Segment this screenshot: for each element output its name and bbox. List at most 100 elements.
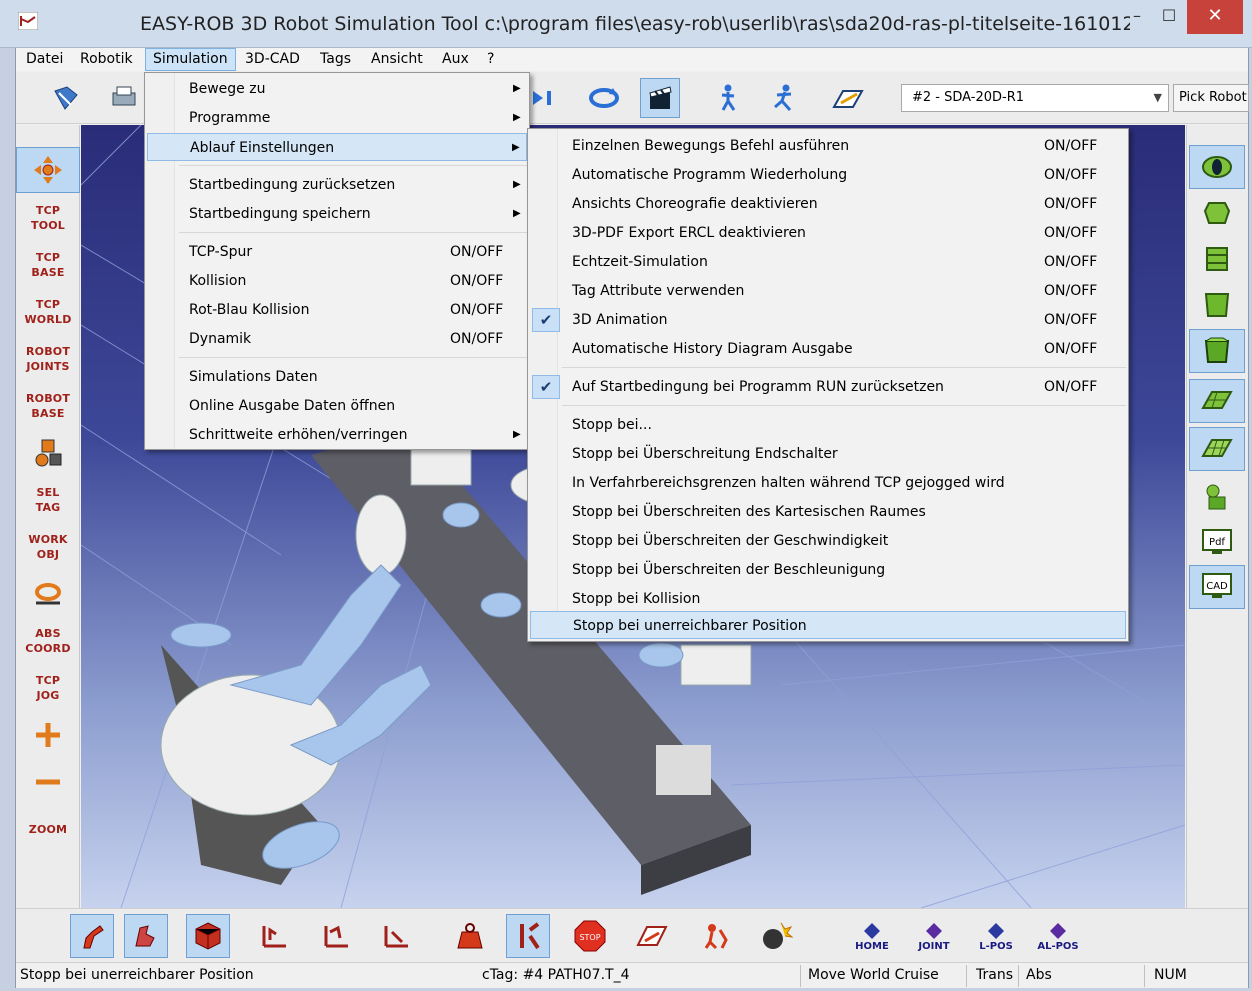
- menu-item-startbedingung-zuruecksetzen[interactable]: Startbedingung zurücksetzen ▶: [147, 171, 527, 199]
- tcp-tool-button[interactable]: TCP TOOL: [16, 195, 80, 241]
- grid-alt-icon[interactable]: [1189, 427, 1245, 471]
- run-robot-icon[interactable]: [764, 78, 804, 118]
- tcp-jog-button[interactable]: TCP JOG: [16, 665, 80, 711]
- menu-item-programme[interactable]: Programme ▶: [147, 104, 527, 132]
- walk-robot-icon[interactable]: [708, 78, 748, 118]
- menu-item-stopp-kartesisch[interactable]: Stopp bei Überschreiten des Kartesischen…: [530, 498, 1126, 526]
- menu-separator: [562, 405, 1126, 406]
- pdf-export-icon[interactable]: Pdf: [1189, 521, 1245, 565]
- menu-ansicht[interactable]: Ansicht: [364, 48, 430, 71]
- box-shaded-icon[interactable]: [1189, 329, 1245, 373]
- menu-datei[interactable]: Datei: [19, 48, 70, 71]
- robot-base-button[interactable]: ROBOT BASE: [16, 383, 80, 429]
- menu-item-3d-animation[interactable]: ✔ 3D Animation ON/OFF: [530, 306, 1126, 334]
- explode-icon[interactable]: [754, 914, 798, 958]
- menu-item-tag-attribute[interactable]: Tag Attribute verwenden ON/OFF: [530, 277, 1126, 305]
- menu-tags[interactable]: Tags: [313, 48, 358, 71]
- menu-item-stopp-kollision[interactable]: Stopp bei Kollision: [530, 585, 1126, 613]
- menu-item-programm-wiederholung[interactable]: Automatische Programm Wiederholung ON/OF…: [530, 161, 1126, 189]
- joint-button[interactable]: JOINT: [912, 914, 956, 958]
- menu-separator: [179, 357, 527, 358]
- joint-select-icon[interactable]: [506, 914, 550, 958]
- bottom-toolbar: STOP HOME JOINT L-POS AL-POS: [16, 908, 1248, 962]
- status-trans: Trans: [976, 967, 1013, 983]
- people-icon[interactable]: [694, 914, 738, 958]
- title-bar: EASY-ROB 3D Robot Simulation Tool c:\pro…: [0, 0, 1252, 48]
- grid-icon[interactable]: [1189, 379, 1245, 423]
- gauge-icon[interactable]: [630, 914, 674, 958]
- work-obj-button[interactable]: WORK OBJ: [16, 524, 80, 570]
- menu-item-rot-blau-kollision[interactable]: Rot-Blau Kollision ON/OFF: [147, 296, 527, 324]
- ablauf-submenu: Einzelnen Bewegungs Befehl ausführen ON/…: [527, 128, 1129, 642]
- close-button[interactable]: ✕: [1187, 0, 1243, 34]
- menu-item-kollision[interactable]: Kollision ON/OFF: [147, 267, 527, 295]
- abs-coord-button[interactable]: ABS COORD: [16, 618, 80, 664]
- menu-item-bewege-zu[interactable]: Bewege zu ▶: [147, 75, 527, 103]
- menu-item-verfahrbereichsgrenzen[interactable]: In Verfahrbereichsgrenzen halten während…: [530, 469, 1126, 497]
- menu-item-schrittweite[interactable]: Schrittweite erhöhen/verringen ▶: [147, 421, 527, 449]
- tcp-base-button[interactable]: TCP BASE: [16, 242, 80, 288]
- menu-item-dynamik[interactable]: Dynamik ON/OFF: [147, 325, 527, 353]
- camera-light-icon[interactable]: [1189, 145, 1245, 189]
- menu-item-ablauf-einstellungen[interactable]: Ablauf Einstellungen ▶: [147, 133, 527, 161]
- joint-axis-icon[interactable]: [252, 914, 296, 958]
- joint-axis-2-icon[interactable]: [314, 914, 358, 958]
- menu-item-online-ausgabe[interactable]: Online Ausgabe Daten öffnen: [147, 392, 527, 420]
- stop-icon[interactable]: STOP: [568, 914, 612, 958]
- open-file-icon[interactable]: [46, 78, 86, 118]
- menu-item-stopp-endschalter[interactable]: Stopp bei Überschreitung Endschalter: [530, 440, 1126, 468]
- menu-item-stopp-geschwindigkeit[interactable]: Stopp bei Überschreiten der Geschwindigk…: [530, 527, 1126, 555]
- menu-item-startbedingung-run[interactable]: ✔ Auf Startbedingung bei Programm RUN zu…: [530, 373, 1126, 401]
- menu-item-stopp-bei[interactable]: Stopp bei...: [530, 411, 1126, 439]
- box-wire-icon[interactable]: [1189, 237, 1245, 281]
- menu-3d-cad[interactable]: 3D-CAD: [238, 48, 307, 71]
- edit-icon[interactable]: [828, 78, 868, 118]
- menu-item-tcp-spur[interactable]: TCP-Spur ON/OFF: [147, 238, 527, 266]
- menu-help[interactable]: ?: [480, 48, 501, 71]
- weight-icon[interactable]: [448, 914, 492, 958]
- menu-item-history-diagram[interactable]: Automatische History Diagram Ausgabe ON/…: [530, 335, 1126, 363]
- menu-item-echtzeit-simulation[interactable]: Echtzeit-Simulation ON/OFF: [530, 248, 1126, 276]
- box-frame-icon[interactable]: [1189, 191, 1245, 235]
- joint-axis-3-icon[interactable]: [374, 914, 418, 958]
- right-toolbar: Pdf CAD: [1186, 125, 1248, 908]
- svg-text:Pdf: Pdf: [1209, 537, 1225, 548]
- zoom-button[interactable]: ZOOM: [16, 806, 80, 852]
- rotate-icon[interactable]: [16, 571, 80, 617]
- maximize-button[interactable]: ☐: [1151, 0, 1187, 34]
- play-icon[interactable]: [524, 78, 564, 118]
- menu-item-ansichts-choreografie[interactable]: Ansichts Choreografie deaktivieren ON/OF…: [530, 190, 1126, 218]
- menu-item-startbedingung-speichern[interactable]: Startbedingung speichern ▶: [147, 200, 527, 228]
- menu-item-einzelnen-bewegungs-befehl[interactable]: Einzelnen Bewegungs Befehl ausführen ON/…: [530, 132, 1126, 160]
- pick-robot-button[interactable]: Pick Robot: [1173, 84, 1249, 112]
- menu-item-3d-pdf-export[interactable]: 3D-PDF Export ERCL deaktivieren ON/OFF: [530, 219, 1126, 247]
- home-button[interactable]: HOME: [850, 914, 894, 958]
- menu-item-simulations-daten[interactable]: Simulations Daten: [147, 363, 527, 391]
- sel-tag-button[interactable]: SEL TAG: [16, 477, 80, 523]
- minimize-button[interactable]: –: [1123, 0, 1151, 34]
- robot-joints-button[interactable]: ROBOT JOINTS: [16, 336, 80, 382]
- svg-text:CAD: CAD: [1206, 581, 1228, 592]
- move-mode-icon[interactable]: [16, 147, 80, 193]
- loop-icon[interactable]: [584, 78, 624, 118]
- cad-export-icon[interactable]: CAD: [1189, 565, 1245, 609]
- menu-simulation[interactable]: Simulation: [145, 48, 236, 71]
- alpos-button[interactable]: AL-POS: [1036, 914, 1080, 958]
- clapper-icon[interactable]: [640, 78, 680, 118]
- lpos-button[interactable]: L-POS: [974, 914, 1018, 958]
- menu-item-stopp-unerreichbar[interactable]: Stopp bei unerreichbarer Position: [530, 611, 1126, 639]
- robot-arm-icon[interactable]: [70, 914, 114, 958]
- menu-aux[interactable]: Aux: [435, 48, 476, 71]
- menu-robotik[interactable]: Robotik: [73, 48, 140, 71]
- cube-icon[interactable]: [186, 914, 230, 958]
- plus-icon[interactable]: [16, 712, 80, 758]
- tool-icon[interactable]: [124, 914, 168, 958]
- print-icon[interactable]: [104, 78, 144, 118]
- robot-select[interactable]: #2 - SDA-20D-R1 ▼: [901, 84, 1169, 112]
- objects-icon[interactable]: [16, 430, 80, 476]
- box-solid-icon[interactable]: [1189, 283, 1245, 327]
- tcp-world-button[interactable]: TCP WORLD: [16, 289, 80, 335]
- menu-item-stopp-beschleunigung[interactable]: Stopp bei Überschreiten der Beschleunigu…: [530, 556, 1126, 584]
- robot-view-icon[interactable]: [1189, 475, 1245, 519]
- minus-icon[interactable]: [16, 759, 80, 805]
